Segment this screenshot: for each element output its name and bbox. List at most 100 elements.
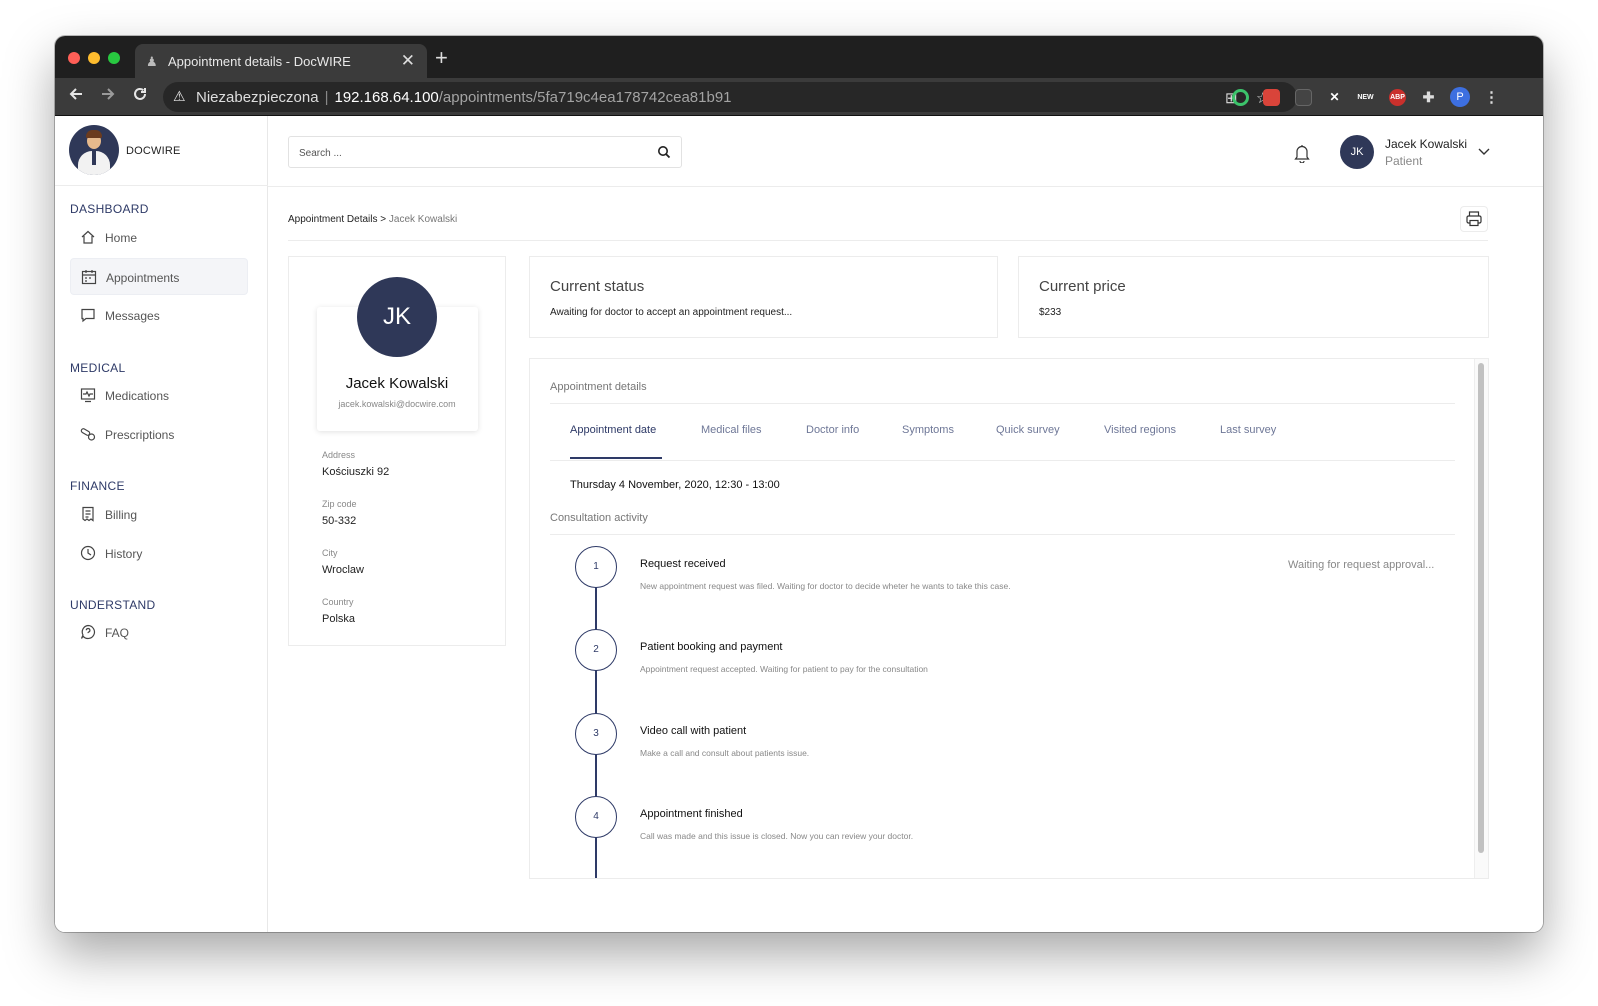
search-icon[interactable] — [657, 145, 671, 159]
tab-last-survey[interactable]: Last survey — [1220, 424, 1276, 436]
new-tab-button[interactable]: + — [435, 47, 448, 69]
sidebar-item-faq[interactable]: FAQ — [70, 614, 248, 651]
section-finance: FINANCE — [70, 479, 125, 493]
country-label: Country — [322, 597, 354, 607]
sidebar-item-home[interactable]: Home — [70, 219, 248, 256]
step-description: Make a call and consult about patients i… — [640, 748, 810, 758]
tab-medical-files[interactable]: Medical files — [701, 424, 762, 436]
address-bar[interactable]: ⚠ Niezabezpieczona | 192.168.64.100/appoin… — [163, 82, 1297, 112]
active-tab-indicator — [570, 457, 662, 459]
extension-stack-icon[interactable] — [1295, 89, 1312, 106]
profile-avatar[interactable]: P — [1450, 87, 1470, 107]
sidebar-item-label: Messages — [105, 309, 160, 323]
search-input[interactable]: Search ... — [288, 136, 682, 168]
browser-tab[interactable]: ♟ Appointment details - DocWIRE ✕ — [135, 44, 427, 78]
extension-new-icon[interactable]: NEW — [1357, 89, 1374, 106]
sidebar-item-label: Billing — [105, 508, 138, 522]
country-value: Polska — [322, 613, 356, 625]
consultation-divider — [550, 534, 1455, 535]
tab-strip: ♟ Appointment details - DocWIRE ✕ + — [55, 36, 1543, 78]
close-window-button[interactable] — [68, 52, 80, 64]
extension-circle-icon[interactable] — [1232, 89, 1249, 106]
sidebar-item-billing[interactable]: Billing — [70, 496, 248, 533]
tab-doctor-info[interactable]: Doctor info — [806, 424, 859, 436]
sidebar-item-messages[interactable]: Messages — [70, 297, 248, 334]
browser-menu-icon[interactable]: ⋮ — [1483, 89, 1500, 106]
sidebar-item-label: Prescriptions — [105, 428, 175, 442]
brand-name: DOCWIRE — [126, 145, 181, 157]
sidebar-item-medications[interactable]: Medications — [70, 377, 248, 414]
patient-avatar: JK — [357, 277, 437, 357]
breadcrumb-divider — [288, 240, 1488, 241]
user-avatar[interactable]: JK — [1340, 135, 1374, 169]
status-heading: Current status — [550, 278, 645, 295]
appointment-date: Thursday 4 November, 2020, 12:30 - 13:00 — [570, 479, 780, 491]
extensions-puzzle-icon[interactable]: ✚ — [1420, 89, 1437, 106]
step-title: Patient booking and payment — [640, 641, 783, 653]
breadcrumb-separator: > — [380, 214, 387, 225]
zip-code-label: Zip code — [322, 499, 357, 509]
timeline-step-1: 1 — [575, 546, 617, 588]
step-title: Appointment finished — [640, 808, 743, 820]
city-value: Wroclaw — [322, 564, 364, 576]
tab-appointment-date[interactable]: Appointment date — [570, 424, 656, 436]
chevron-down-icon[interactable] — [1477, 144, 1491, 158]
patient-name: Jacek Kowalski — [345, 375, 449, 392]
print-button[interactable] — [1460, 206, 1488, 232]
price-heading: Current price — [1039, 278, 1126, 295]
forward-arrow-icon[interactable] — [99, 85, 117, 103]
monitor-heart-icon — [80, 388, 96, 403]
sidebar-item-label: Medications — [105, 389, 170, 403]
breadcrumb-parent[interactable]: Appointment Details — [288, 214, 378, 225]
extension-x-icon[interactable]: ✕ — [1326, 89, 1343, 106]
step-description: Call was made and this issue is closed. … — [640, 831, 914, 841]
current-price-card: Current price $233 — [1018, 256, 1489, 338]
tab-visited-regions[interactable]: Visited regions — [1104, 424, 1176, 436]
current-status-card: Current status Awaiting for doctor to ac… — [529, 256, 998, 338]
appointment-details-card: Appointment details Appointment date Med… — [529, 358, 1489, 879]
url-path: /appointments/5fa719c4ea178742cea81b91 — [438, 89, 732, 106]
scrollbar-thumb[interactable] — [1478, 363, 1484, 853]
sidebar-item-prescriptions[interactable]: Prescriptions — [70, 416, 248, 453]
sidebar-item-label: FAQ — [105, 626, 130, 640]
zoom-window-button[interactable] — [108, 52, 120, 64]
back-arrow-icon[interactable] — [67, 85, 85, 103]
browser-toolbar: ⚠ Niezabezpieczona | 192.168.64.100/appoin… — [55, 78, 1543, 116]
sidebar-item-history[interactable]: History — [70, 535, 248, 572]
address-value: Kościuszki 92 — [322, 466, 390, 478]
details-title: Appointment details — [550, 381, 647, 393]
url-host: 192.168.64.100 — [334, 89, 439, 106]
timeline-step-4: 4 — [575, 796, 617, 838]
tab-quick-survey[interactable]: Quick survey — [996, 424, 1060, 436]
city-label: City — [322, 548, 338, 558]
sidebar-item-appointments[interactable]: Appointments — [70, 258, 248, 295]
browser-window: ♟ Appointment details - DocWIRE ✕ + ⚠ Ni… — [55, 36, 1543, 932]
patient-email: jacek.kowalski@docwire.com — [338, 399, 456, 409]
sidebar-item-label: Appointments — [106, 271, 180, 285]
extension-home-icon[interactable] — [1263, 89, 1280, 106]
section-understand: UNDERSTAND — [70, 598, 156, 612]
price-value: $233 — [1039, 307, 1062, 318]
sidebar: DOCWIRE DASHBOARD Home Appointments Mess… — [55, 116, 268, 932]
tab-symptoms[interactable]: Symptoms — [902, 424, 954, 436]
bell-icon[interactable] — [1293, 143, 1311, 163]
reload-icon[interactable] — [131, 85, 149, 103]
home-icon — [81, 230, 95, 244]
step-description: Appointment request accepted. Waiting fo… — [640, 664, 928, 674]
clock-icon — [80, 545, 96, 561]
step-title: Request received — [640, 558, 726, 570]
minimize-window-button[interactable] — [88, 52, 100, 64]
close-tab-icon[interactable]: ✕ — [401, 51, 415, 71]
question-icon — [80, 624, 96, 640]
timeline-step-3: 3 — [575, 713, 617, 755]
step-status: Waiting for request approval... — [1288, 559, 1435, 571]
adblock-icon[interactable]: ABP — [1389, 89, 1406, 106]
printer-icon — [1466, 211, 1482, 227]
details-tabs: Appointment date Medical files Doctor in… — [550, 417, 1455, 461]
warning-icon[interactable]: ⚠ — [173, 88, 186, 105]
step-description: New appointment request was filed. Waiti… — [640, 581, 1011, 591]
brand[interactable]: DOCWIRE — [55, 116, 268, 186]
section-medical: MEDICAL — [70, 361, 126, 375]
user-name[interactable]: Jacek Kowalski — [1385, 137, 1467, 151]
sidebar-item-label: Home — [105, 231, 138, 245]
